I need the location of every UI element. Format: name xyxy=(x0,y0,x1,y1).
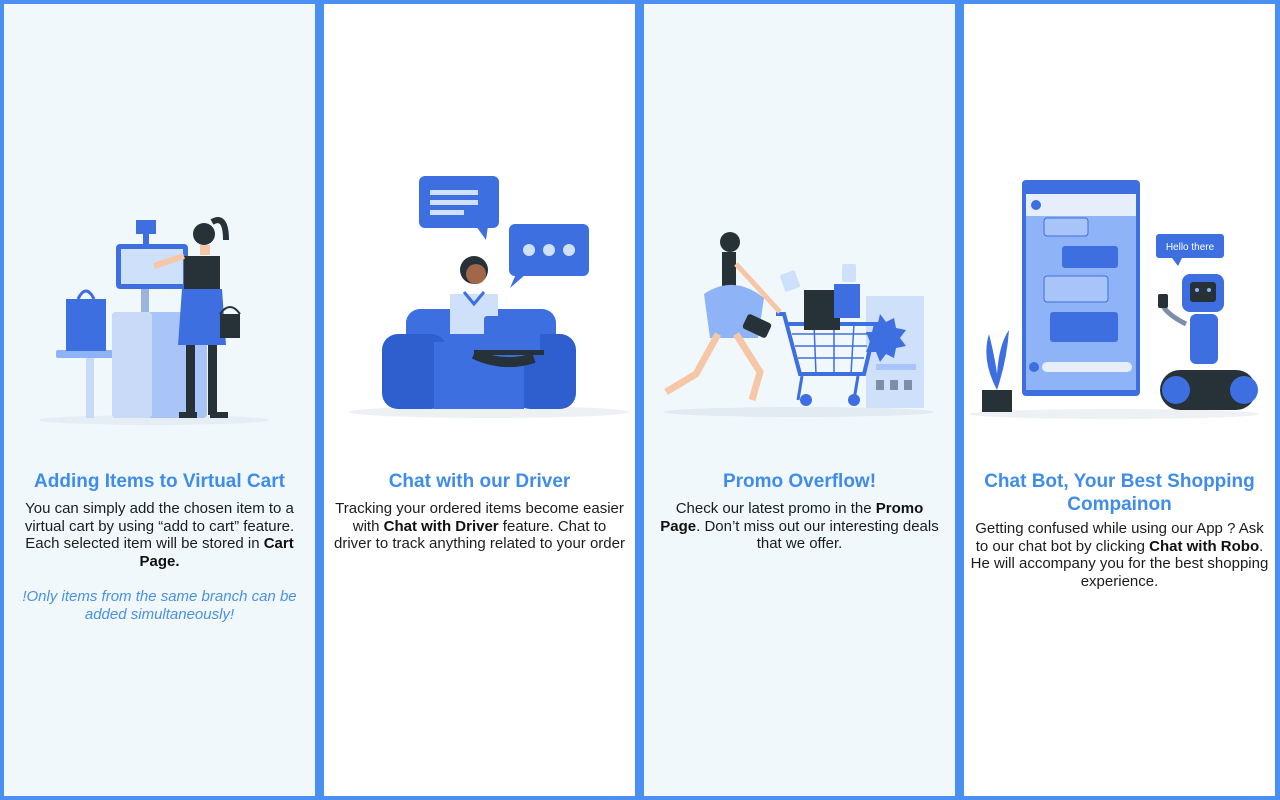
chat-bot-illustration: Hello there xyxy=(964,164,1275,434)
desc-text: You can simply add the chosen item to a … xyxy=(24,500,295,552)
panel-title: Promo Overflow! xyxy=(722,471,877,492)
bot-greeting-bubble: Hello there xyxy=(1166,242,1215,253)
panel-note: !Only items from the same branch can be … xyxy=(22,588,297,623)
panel-description: Check our latest promo in the Promo Page… xyxy=(654,500,945,553)
onboarding-panel-chat-driver: Chat with our Driver Tracking your order… xyxy=(324,4,635,796)
panel-title: Adding Items to Virtual Cart xyxy=(34,471,285,492)
panel-description: Getting confused while using our App ? A… xyxy=(968,520,1271,590)
onboarding-panel-chat-bot: Hello there Chat Bot, Your Best Shopping… xyxy=(964,4,1275,796)
cashier-illustration xyxy=(4,164,315,434)
panel-description: Tracking your ordered items become easie… xyxy=(334,500,625,553)
panel-title: Chat Bot, Your Best Shopping Compainon xyxy=(984,471,1255,515)
shopping-cart-illustration xyxy=(644,164,955,434)
shopping-cart-illustration-svg xyxy=(664,232,934,417)
desc-text: Check our latest promo in the xyxy=(675,500,876,517)
desc-highlight-chat-robo: Chat with Robo xyxy=(1149,537,1260,555)
onboarding-panel-promo: Promo Overflow! Check our latest promo i… xyxy=(644,4,955,796)
panel-title: Chat with our Driver xyxy=(388,471,571,492)
panel-description: You can simply add the chosen item to a … xyxy=(14,500,305,570)
cashier-illustration-svg xyxy=(39,217,269,425)
chat-driver-illustration-svg xyxy=(349,176,629,418)
onboarding-panel-virtual-cart: Adding Items to Virtual Cart You can sim… xyxy=(4,4,315,796)
chat-driver-illustration xyxy=(324,164,635,434)
chat-bot-illustration-svg: Hello there xyxy=(969,180,1259,419)
desc-text: . Don’t miss out our interesting deals t… xyxy=(696,517,939,553)
desc-highlight-chat-driver: Chat with Driver xyxy=(383,517,499,535)
